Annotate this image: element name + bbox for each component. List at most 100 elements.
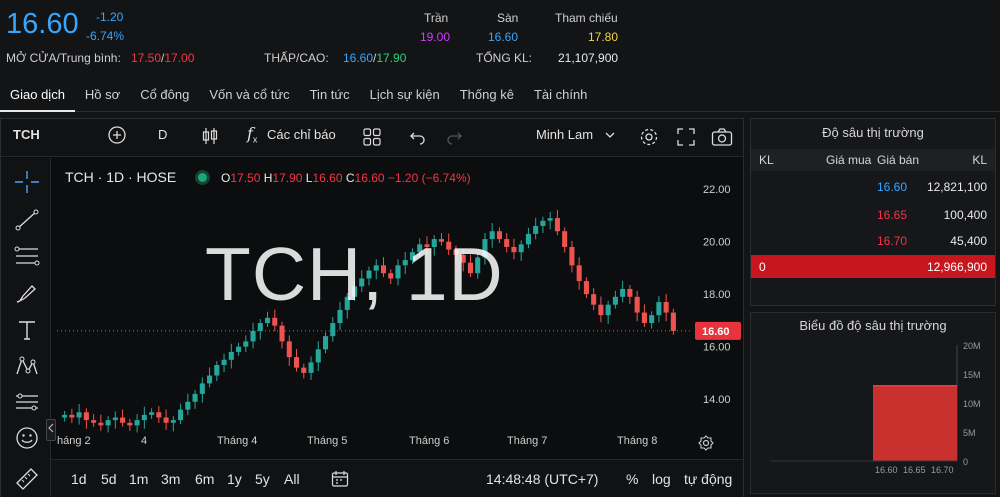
grid-icon — [363, 128, 381, 146]
tab-5[interactable]: Lịch sự kiện — [360, 78, 450, 112]
volume-label: TỔNG KL: — [476, 51, 533, 65]
text-tool[interactable] — [14, 318, 40, 342]
legend-c-label: C — [345, 171, 355, 185]
candle — [649, 311, 655, 329]
candle — [330, 317, 336, 342]
depth-row[interactable]: 16.60 12,821,100 — [751, 173, 995, 201]
depth-x-tick: 16.70 — [931, 465, 954, 475]
candle-body — [236, 346, 242, 352]
interval-button[interactable]: D — [158, 127, 167, 142]
indicators-button[interactable]: fx Các chỉ báo — [247, 124, 336, 145]
tab-7[interactable]: Tài chính — [524, 78, 597, 112]
add-compare-button[interactable] — [107, 125, 127, 148]
range-button-4[interactable]: 6m — [195, 471, 214, 487]
indicators-label: Các chỉ báo — [267, 127, 336, 142]
candle-body — [518, 244, 524, 253]
prediction-tool[interactable] — [14, 390, 40, 414]
depth-row[interactable]: 16.65 100,400 — [751, 201, 995, 229]
candle — [62, 410, 68, 422]
candle-body — [308, 362, 314, 373]
pattern-tool[interactable] — [14, 354, 40, 378]
y-tick-label: 18.00 — [703, 289, 731, 301]
ref-label: Tham chiếu — [555, 11, 618, 25]
candle-body — [91, 420, 97, 423]
ask-volume: 12,821,100 — [926, 180, 987, 194]
candle — [221, 353, 227, 373]
trendline-icon — [15, 209, 39, 231]
candles-icon — [202, 128, 218, 144]
crosshair-tool[interactable] — [14, 170, 40, 194]
candle — [257, 319, 263, 340]
candle-body — [120, 417, 126, 423]
market-status-dot — [198, 173, 208, 182]
depth-y-tick: 0 — [963, 457, 968, 467]
candle — [243, 335, 249, 353]
tab-4[interactable]: Tin tức — [300, 78, 360, 112]
log-toggle[interactable]: log — [652, 471, 671, 487]
price-axis[interactable]: 22.00 20.00 18.00 16.00 14.00 16.60 — [693, 163, 743, 448]
candle — [504, 233, 510, 253]
fullscreen-button[interactable] — [677, 128, 695, 149]
candle-body — [511, 246, 517, 253]
redo-icon — [447, 132, 462, 145]
x-tick-label: háng 2 — [57, 435, 91, 447]
depth-x-tick: 16.60 — [875, 465, 898, 475]
range-button-7[interactable]: All — [284, 471, 300, 487]
range-button-1[interactable]: 5d — [101, 471, 117, 487]
layouts-button[interactable] — [363, 128, 381, 149]
candle — [569, 240, 575, 273]
tab-0[interactable]: Giao dịch — [0, 78, 75, 112]
chart-type-button[interactable] — [200, 126, 220, 149]
collapse-toolbar-button[interactable] — [46, 419, 56, 441]
chart-watermark: TCH, 1D — [205, 232, 504, 316]
tab-6[interactable]: Thống kê — [450, 78, 524, 112]
emoji-tool[interactable] — [14, 426, 40, 450]
legend-o-label: O — [221, 171, 231, 185]
tab-1[interactable]: Hồ sơ — [75, 78, 130, 112]
brush-tool[interactable] — [14, 282, 40, 306]
theme-select[interactable]: Minh Lam — [536, 127, 615, 142]
depth-total-row: 0 12,966,900 — [751, 255, 995, 278]
undo-icon — [410, 132, 425, 145]
auto-toggle[interactable]: tự động — [684, 471, 732, 487]
goto-date-button[interactable] — [331, 470, 349, 491]
range-button-5[interactable]: 1y — [227, 471, 242, 487]
candle — [525, 227, 531, 249]
percent-toggle[interactable]: % — [626, 471, 638, 487]
candle — [308, 356, 314, 380]
measure-tool[interactable] — [14, 466, 40, 490]
range-button-2[interactable]: 1m — [129, 471, 148, 487]
candle-body — [69, 414, 75, 418]
snapshot-button[interactable] — [711, 127, 733, 150]
settings-button[interactable] — [639, 127, 659, 150]
candle — [134, 414, 140, 433]
fib-tool[interactable] — [14, 244, 40, 268]
camera-icon — [711, 128, 733, 146]
clock-time[interactable]: 14:48:48 (UTC+7) — [486, 471, 598, 487]
tab-3[interactable]: Vốn và cổ tức — [199, 78, 299, 112]
depth-row[interactable]: 16.70 45,400 — [751, 227, 995, 255]
symbol-search[interactable]: TCH — [13, 127, 40, 142]
redo-button[interactable] — [445, 129, 463, 148]
range-button-6[interactable]: 5y — [255, 471, 270, 487]
tab-2[interactable]: Cổ đông — [130, 78, 199, 112]
candle-body — [257, 323, 263, 331]
candle-body — [199, 383, 205, 394]
candle — [554, 209, 560, 236]
axis-settings-button[interactable] — [698, 435, 714, 454]
candle — [634, 290, 640, 322]
candle-body — [330, 323, 336, 337]
floor-value: 16.60 — [488, 30, 519, 44]
candle-body — [163, 417, 169, 423]
candle — [178, 403, 184, 425]
floor-label: Sàn — [497, 11, 519, 25]
trendline-tool[interactable] — [14, 208, 40, 232]
depth-y-tick: 15M — [963, 370, 981, 380]
candle — [612, 290, 618, 309]
range-button-3[interactable]: 3m — [161, 471, 180, 487]
total-bid: 0 — [759, 260, 766, 274]
candle-body — [504, 239, 510, 247]
drawing-toolbar — [1, 158, 51, 497]
undo-button[interactable] — [409, 129, 427, 148]
range-button-0[interactable]: 1d — [71, 471, 87, 487]
